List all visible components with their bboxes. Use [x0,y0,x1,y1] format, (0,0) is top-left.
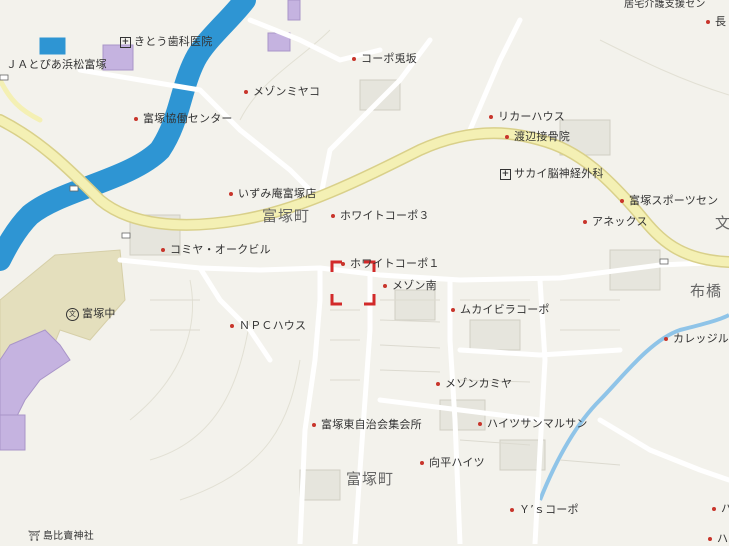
poi-dot-icon [436,382,440,386]
poi-komiya[interactable]: コミヤ・オークビル [161,241,271,257]
poi-label: 長 [715,15,727,28]
poi-label: 富塚協働センター [143,112,233,125]
poi-corpo-kensaka[interactable]: コーポ兎坂 [352,50,417,66]
poi-label: ＮＰＣハウス [239,319,307,332]
poi-label: メゾンミヤコ [253,85,321,98]
poi-label: きとう歯科医院 [134,35,213,48]
poi-annex[interactable]: アネックス [583,213,648,229]
poi-label: 富塚中 [82,307,116,320]
poi-npc[interactable]: ＮＰＣハウス [230,317,306,333]
poi-ricker[interactable]: リカーハウス [489,108,565,124]
poi-label: ハイツサンマルサン [487,417,588,430]
poi-chou[interactable]: 長 [706,13,726,29]
poi-maison-minami[interactable]: メゾン南 [383,277,437,293]
poi-label: 富塚スポーツセン [629,194,719,207]
poi-heights-sanmaru[interactable]: ハイツサンマルサン [478,415,588,431]
poi-dot-icon [583,220,587,224]
poi-ha[interactable]: ハ [712,500,729,516]
poi-label: いずみ庵富塚店 [238,187,317,200]
poi-label: カレッジル [673,332,729,345]
poi-label: 居宅介護支援セン [624,0,706,10]
poi-label: Ｙ’ｓコーポ [519,503,579,516]
poi-dot-icon [620,199,624,203]
poi-label: コミヤ・オークビル [170,243,271,256]
district-label: 富塚町 [262,207,311,225]
district-label: 富塚町 [346,470,395,488]
poi-label: メゾンカミヤ [445,377,513,390]
minor-roads-thin [150,299,621,466]
district-label: 布橋 [690,282,723,300]
poi-label: 渡辺接骨院 [514,130,570,143]
poi-mukaihira[interactable]: ムカイビラコーポ [451,301,550,317]
poi-dot-icon [706,20,710,24]
poi-ja[interactable]: ＪＡとぴあ浜松富塚 [6,56,107,72]
poi-label: メゾン南 [392,279,437,292]
poi-label: 島比賣神社 [42,531,94,542]
poi-dot-icon [383,284,387,288]
poi-dot-icon [312,423,316,427]
hospital-cross-icon: + [120,36,131,48]
poi-label: コーポ兎坂 [361,52,417,65]
poi-label: ハ [717,532,729,545]
poi-watanabe[interactable]: 渡辺接骨院 [505,128,570,144]
poi-tomizuka-kyodo[interactable]: 富塚協働センター [134,110,233,126]
poi-hospital-kitou[interactable]: + きとう歯科医院 [120,33,212,49]
poi-dot-icon [510,508,514,512]
poi-dot-icon [244,90,248,94]
poi-ys-corpo[interactable]: Ｙ’ｓコーポ [510,501,579,517]
poi-tomizuka-sports[interactable]: 富塚スポーツセン [620,192,718,208]
poi-top-right[interactable]: 居宅介護支援セン [624,0,706,10]
poi-dot-icon [712,507,716,511]
poi-dot-icon [331,214,335,218]
poi-label: 向平ハイツ [429,456,485,469]
poi-dot-icon [451,308,455,312]
poi-label: サカイ脳神経外科 [514,167,604,180]
poi-hospital-sakai[interactable]: + サカイ脳神経外科 [500,165,604,181]
school-icon: 文 [66,307,79,321]
poi-shrine[interactable]: ⛩ 島比賣神社 [28,527,94,542]
poi-calledge[interactable]: カレッジル [664,330,729,346]
poi-dot-icon [229,192,233,196]
poi-label: アネックス [592,215,648,228]
poi-dot-icon [505,135,509,139]
poi-dot-icon [664,337,668,341]
poi-label: リカーハウス [498,110,565,123]
poi-dot-icon [161,248,165,252]
poi-dot-icon [230,324,234,328]
poi-white1[interactable]: ホワイトコーポ１ [341,255,440,271]
poi-dot-icon [478,422,482,426]
poi-dot-icon [352,57,356,61]
poi-dot-icon [489,115,493,119]
poi-label: ホワイトコーポ１ [350,257,440,270]
school-area [0,249,126,451]
poi-dot-icon [341,262,345,266]
poi-izumian[interactable]: いずみ庵富塚店 [229,185,316,201]
poi-label: ホワイトコーポ３ [340,209,430,222]
poi-label: 富塚東自治会集会所 [321,418,422,431]
poi-maison-kamiya[interactable]: メゾンカミヤ [436,375,512,391]
shrine-torii-icon: ⛩ [28,531,41,542]
poi-mukaihira-heights[interactable]: 向平ハイツ [420,454,485,470]
poi-dot-icon [708,537,712,541]
poi-jichikai[interactable]: 富塚東自治会集会所 [312,416,422,432]
poi-white3[interactable]: ホワイトコーポ３ [331,207,430,223]
poi-dot-icon [134,117,138,121]
hospital-cross-icon: + [500,168,511,180]
poi-label: ハ [721,502,729,515]
poi-maison-miyako[interactable]: メゾンミヤコ [244,83,320,99]
poi-label: ムカイビラコーポ [460,303,550,316]
poi-label: ＪＡとぴあ浜松富塚 [6,58,107,71]
poi-school[interactable]: 文富塚中 [66,305,116,321]
district-label: 文 [715,214,729,232]
poi-dot-icon [420,461,424,465]
